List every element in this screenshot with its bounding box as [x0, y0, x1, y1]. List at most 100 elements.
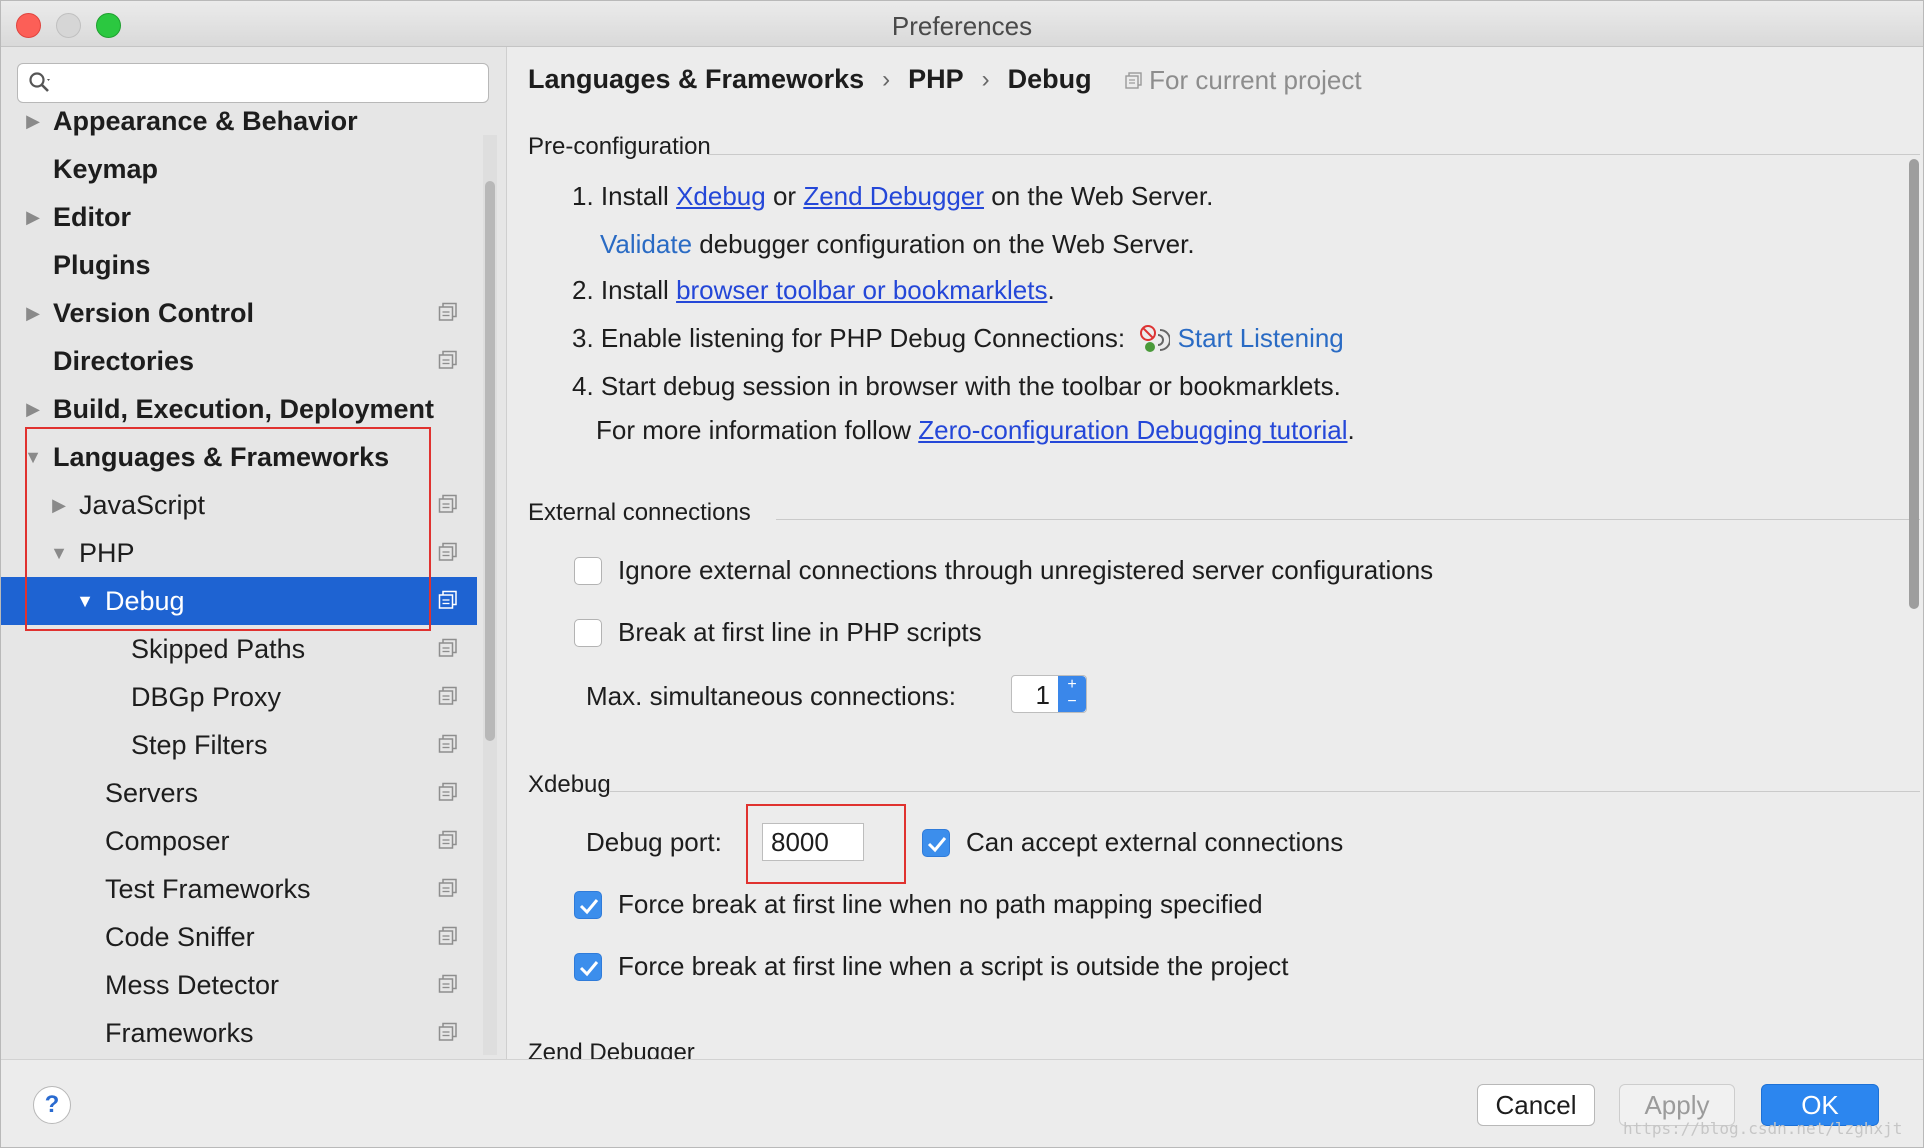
spinner-down-icon[interactable]: − — [1058, 693, 1086, 710]
step1-prefix: 1. Install — [572, 181, 669, 211]
sidebar-scrollbar[interactable] — [483, 135, 497, 1055]
tree-item-label: Mess Detector — [105, 970, 280, 1000]
section-divider — [610, 791, 1920, 792]
more-info-prefix: For more information follow — [596, 415, 911, 445]
accept-external-checkbox[interactable] — [922, 829, 950, 857]
tree-item-composer[interactable]: Composer — [1, 817, 477, 865]
project-scope-icon — [438, 734, 457, 753]
browser-toolbar-link[interactable]: browser toolbar or bookmarklets — [676, 275, 1047, 305]
preconfig-section-title: Pre-configuration — [528, 133, 711, 160]
max-connections-spinner[interactable]: 1 + − — [1011, 675, 1087, 713]
content-scrollbar-thumb[interactable] — [1909, 159, 1919, 609]
project-scope-icon — [438, 494, 457, 513]
tree-item-build-execution-deployment[interactable]: ▶ Build, Execution, Deployment — [1, 385, 477, 433]
external-section-title: External connections — [528, 499, 751, 526]
start-listening-icon[interactable] — [1138, 324, 1172, 356]
tree-item-test-frameworks[interactable]: Test Frameworks — [1, 865, 477, 913]
tree-item-keymap[interactable]: Keymap — [1, 145, 477, 193]
settings-search-input[interactable] — [68, 68, 468, 98]
tree-item-label: Debug — [105, 586, 185, 616]
tree-item-plugins[interactable]: Plugins — [1, 241, 477, 289]
tree-item-dbgp-proxy[interactable]: DBGp Proxy — [1, 673, 477, 721]
zend-section-title: Zend Debugger — [528, 1039, 695, 1059]
step2-suffix: . — [1047, 275, 1055, 305]
tree-item-label: Step Filters — [131, 730, 268, 760]
tree-item-code-sniffer[interactable]: Code Sniffer — [1, 913, 477, 961]
sidebar-scrollbar-thumb[interactable] — [485, 181, 495, 741]
step4-line: 4. Start debug session in browser with t… — [572, 371, 1341, 401]
scope-label: For current project — [1149, 65, 1362, 96]
step2-line: 2. Install browser toolbar or bookmarkle… — [572, 275, 1055, 306]
tree-item-mess-detector[interactable]: Mess Detector — [1, 961, 477, 1009]
expand-right-arrow-icon[interactable]: ▶ — [23, 385, 43, 433]
tree-item-skipped-paths[interactable]: Skipped Paths — [1, 625, 477, 673]
tree-item-step-filters[interactable]: Step Filters — [1, 721, 477, 769]
watermark-text: https://blog.csdn.net/lzghxjt — [1623, 1119, 1903, 1138]
zend-debugger-link[interactable]: Zend Debugger — [803, 181, 984, 211]
tree-item-frameworks[interactable]: Frameworks — [1, 1009, 477, 1057]
expand-down-arrow-icon[interactable]: ▼ — [23, 433, 43, 481]
expand-right-arrow-icon[interactable]: ▶ — [23, 193, 43, 241]
more-info-suffix: . — [1347, 415, 1355, 445]
step3-text: 3. Enable listening for PHP Debug Connec… — [572, 323, 1126, 353]
breadcrumb: Languages & Frameworks › PHP › Debug For cur… — [528, 63, 1362, 103]
debug-port-input[interactable] — [769, 826, 859, 858]
ignore-external-checkbox[interactable] — [574, 557, 602, 585]
force-break-nomap-row[interactable]: Force break at first line when no path m… — [574, 889, 1474, 923]
project-scope-icon — [438, 590, 457, 609]
force-break-outside-label: Force break at first line when a script … — [618, 951, 1289, 981]
force-break-outside-checkbox[interactable] — [574, 953, 602, 981]
validate-link[interactable]: Validate — [600, 229, 692, 259]
project-scope-icon — [438, 302, 457, 321]
section-divider — [776, 519, 1920, 520]
zero-config-tutorial-link[interactable]: Zero-configuration Debugging tutorial — [918, 415, 1347, 445]
step1-suffix: on the Web Server. — [991, 181, 1214, 211]
help-button[interactable]: ? — [33, 1086, 71, 1124]
max-connections-value[interactable]: 1 — [1036, 680, 1050, 711]
start-listening-link[interactable]: Start Listening — [1178, 323, 1344, 353]
expand-down-arrow-icon[interactable]: ▼ — [75, 577, 95, 625]
tree-item-editor[interactable]: ▶ Editor — [1, 193, 477, 241]
tree-item-label: Frameworks — [105, 1018, 254, 1048]
break-first-line-checkbox[interactable] — [574, 619, 602, 647]
force-break-nomap-checkbox[interactable] — [574, 891, 602, 919]
expand-down-arrow-icon[interactable]: ▼ — [49, 529, 69, 577]
project-scope-icon — [438, 350, 457, 369]
tree-item-label: Skipped Paths — [131, 634, 306, 664]
breadcrumb-item-php: PHP — [908, 64, 964, 95]
more-info-line: For more information follow Zero-configu… — [596, 415, 1355, 446]
step1-or: or — [772, 181, 797, 211]
tree-item-directories[interactable]: Directories — [1, 337, 477, 385]
settings-sidebar: ▶ Appearance & Behavior Keymap ▶ Editor Plugi… — [1, 47, 507, 1059]
tree-item-servers[interactable]: Servers — [1, 769, 477, 817]
force-break-nomap-label: Force break at first line when no path m… — [618, 889, 1263, 919]
tree-item-php[interactable]: ▼ PHP — [1, 529, 477, 577]
project-scope-icon — [438, 686, 457, 705]
project-scope-icon — [438, 782, 457, 801]
force-break-outside-row[interactable]: Force break at first line when a script … — [574, 951, 1474, 985]
tree-item-debug[interactable]: ▼ Debug — [1, 577, 477, 625]
project-scope-icon — [438, 878, 457, 897]
expand-right-arrow-icon[interactable]: ▶ — [49, 481, 69, 529]
title-bar: Preferences — [1, 1, 1923, 47]
cancel-button[interactable]: Cancel — [1477, 1084, 1595, 1126]
accept-external-row[interactable]: Can accept external connections — [922, 827, 1442, 861]
validate-line: Validate debugger configuration on the W… — [600, 229, 1195, 260]
expand-right-arrow-icon[interactable]: ▶ — [23, 97, 43, 145]
ignore-external-row[interactable]: Ignore external connections through unre… — [574, 555, 1574, 589]
project-scope-icon — [438, 926, 457, 945]
tree-item-appearance-behavior[interactable]: ▶ Appearance & Behavior — [1, 97, 477, 145]
search-icon[interactable] — [28, 71, 52, 95]
spinner-up-icon[interactable]: + — [1058, 676, 1086, 693]
checkmark-icon — [579, 899, 599, 915]
tree-item-version-control[interactable]: ▶ Version Control — [1, 289, 477, 337]
xdebug-link[interactable]: Xdebug — [676, 181, 766, 211]
tree-item-languages-frameworks[interactable]: ▼ Languages & Frameworks — [1, 433, 477, 481]
spinner-buttons[interactable]: + − — [1058, 676, 1086, 712]
break-first-line-row[interactable]: Break at first line in PHP scripts — [574, 617, 1274, 651]
content-scrollbar[interactable] — [1907, 103, 1921, 1053]
debug-port-field[interactable] — [762, 823, 864, 861]
max-connections-label: Max. simultaneous connections: — [586, 681, 956, 711]
tree-item-javascript[interactable]: ▶ JavaScript — [1, 481, 477, 529]
expand-right-arrow-icon[interactable]: ▶ — [23, 289, 43, 337]
